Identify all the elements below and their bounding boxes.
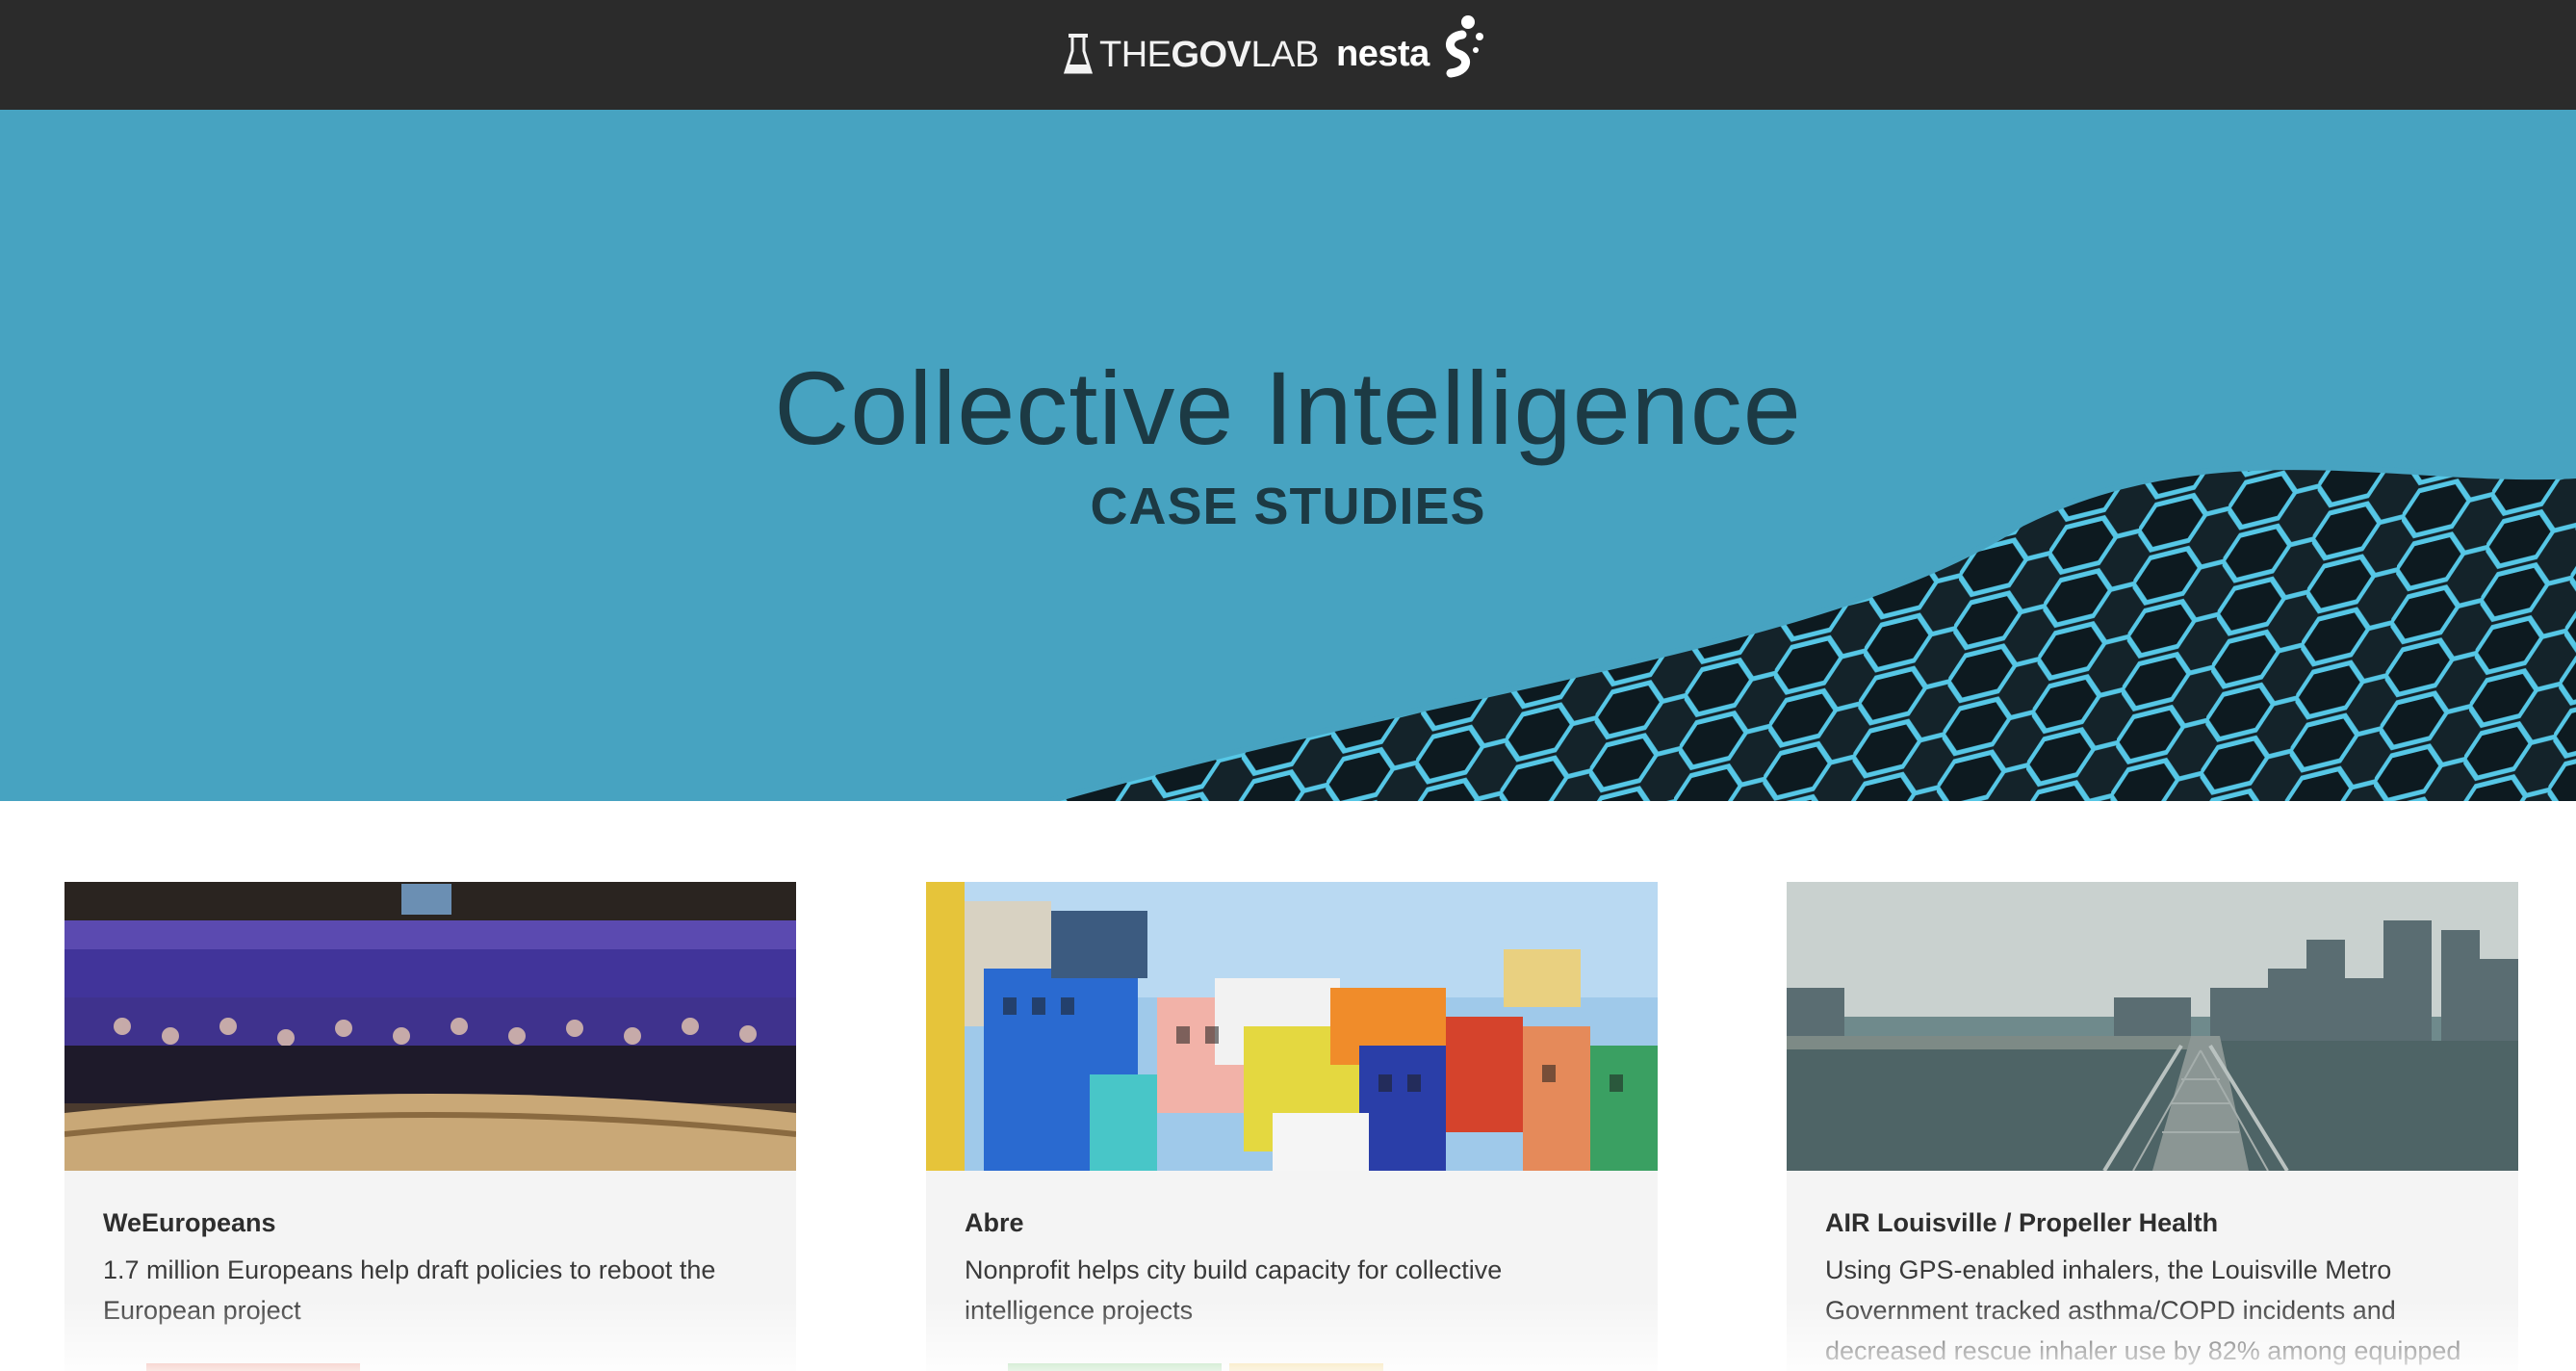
- nesta-logo[interactable]: nesta: [1336, 13, 1485, 81]
- hero-banner: Collective Intelligence CASE STUDIES: [0, 110, 2576, 801]
- govlab-logo-the: THE: [1099, 34, 1172, 75]
- top-bar: THE GOV LAB nesta: [0, 0, 2576, 110]
- card-title[interactable]: WeEuropeans: [103, 1205, 276, 1240]
- card-description: Nonprofit helps city build capacity for …: [965, 1255, 1503, 1325]
- card-description: 1.7 million Europeans help draft policie…: [103, 1255, 716, 1325]
- case-study-card-abre[interactable]: Abre Nonprofit helps city build capacity…: [926, 882, 1658, 1371]
- case-study-card-air-louisville[interactable]: AIR Louisville / Propeller Health Using …: [1787, 882, 2518, 1371]
- tag-bar-green[interactable]: [1008, 1363, 1222, 1371]
- hero-title: Collective Intelligence: [774, 349, 1802, 466]
- city-skyline-photo-image: [1787, 882, 2518, 1171]
- nesta-logo-text: nesta: [1336, 33, 1430, 74]
- card-title[interactable]: AIR Louisville / Propeller Health: [1825, 1205, 2218, 1240]
- colorful-houses-photo-image: [926, 882, 1658, 1171]
- card-title[interactable]: Abre: [965, 1205, 1024, 1240]
- govlab-logo[interactable]: THE GOV LAB: [1063, 31, 1319, 79]
- tag-bar-yellow[interactable]: [1229, 1363, 1383, 1371]
- tag-bar-red[interactable]: [146, 1363, 360, 1371]
- crowd-photo-image: [64, 882, 796, 1171]
- hero-subtitle: CASE STUDIES: [1090, 478, 1486, 535]
- case-study-card-weeuropeans[interactable]: WeEuropeans 1.7 million Europeans help d…: [64, 882, 796, 1371]
- nesta-mark-icon: [1445, 15, 1483, 78]
- govlab-logo-gov: GOV: [1171, 34, 1251, 75]
- govlab-logo-lab: LAB: [1250, 34, 1319, 75]
- card-description: Using GPS-enabled inhalers, the Louisvil…: [1825, 1255, 2461, 1365]
- flask-icon: [1063, 34, 1094, 74]
